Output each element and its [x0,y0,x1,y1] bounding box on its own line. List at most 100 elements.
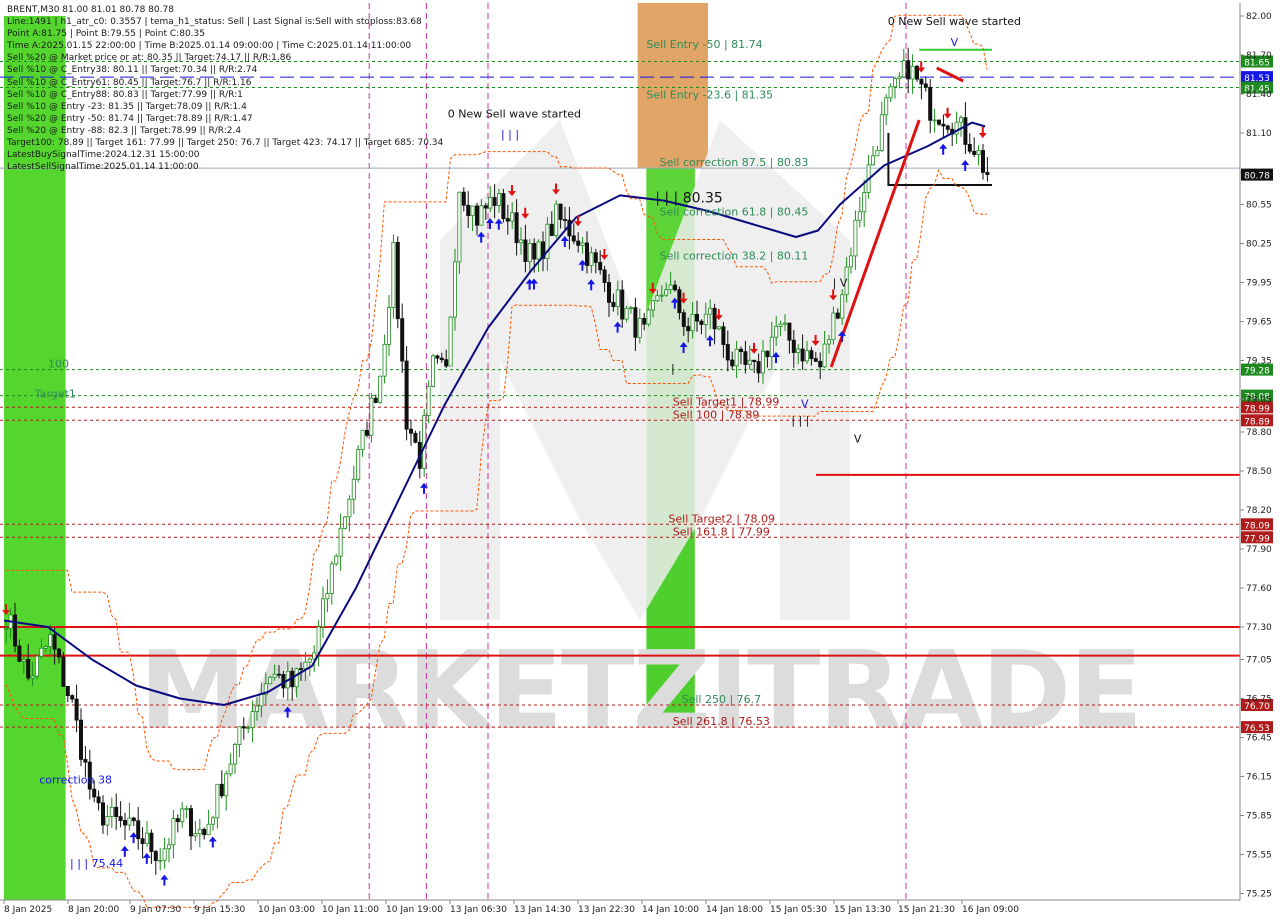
candle-body[interactable] [774,325,779,338]
buy-arrow-icon[interactable] [939,143,948,155]
candle-body[interactable] [158,859,163,862]
candle-body[interactable] [928,86,933,121]
candle-body[interactable] [501,193,506,219]
candle-body[interactable] [369,397,374,436]
candle-body[interactable] [769,336,774,358]
candle-body[interactable] [136,820,141,840]
candle-body[interactable] [629,307,634,310]
candle-body[interactable] [488,197,493,209]
candle-body[interactable] [276,673,281,676]
candle-body[interactable] [316,626,321,654]
candle-body[interactable] [897,76,902,80]
candle-body[interactable] [356,449,361,480]
candle-body[interactable] [598,262,603,271]
candle-body[interactable] [210,817,215,825]
candle-body[interactable] [941,123,946,127]
sell-arrow-icon[interactable] [978,126,987,138]
candle-body[interactable] [659,294,664,297]
candle-body[interactable] [523,239,528,263]
candle-body[interactable] [514,212,519,244]
candle-body[interactable] [681,312,686,327]
candle-body[interactable] [787,322,792,341]
candle-body[interactable] [70,695,75,700]
candle-body[interactable] [976,150,981,155]
candle-body[interactable] [96,796,101,804]
candle-body[interactable] [342,516,347,529]
candle-body[interactable] [805,350,810,362]
candle-body[interactable] [510,212,515,222]
candle-body[interactable] [444,359,449,367]
candle-body[interactable] [593,252,598,263]
candle-body[interactable] [519,239,524,244]
candle-body[interactable] [906,60,911,80]
candle-body[interactable] [52,634,57,650]
candle-body[interactable] [430,355,435,387]
candle-body[interactable] [386,307,391,345]
candle-body[interactable] [61,656,66,687]
candle-body[interactable] [739,348,744,352]
candle-body[interactable] [853,219,858,257]
candle-body[interactable] [408,428,413,434]
candle-body[interactable] [730,359,735,367]
candle-body[interactable] [246,727,251,729]
candle-body[interactable] [615,289,620,308]
buy-arrow-icon[interactable] [160,874,169,886]
candle-body[interactable] [452,261,457,318]
candle-body[interactable] [884,97,889,116]
candle-body[interactable] [184,808,189,810]
candle-body[interactable] [717,326,722,330]
candle-body[interactable] [457,191,462,263]
candle-body[interactable] [197,828,202,835]
candle-body[interactable] [840,294,845,319]
candle-body[interactable] [303,661,308,670]
candle-body[interactable] [193,833,198,837]
candle-body[interactable] [972,150,977,155]
candle-body[interactable] [695,313,700,322]
candle-body[interactable] [325,593,330,600]
candle-body[interactable] [483,205,488,209]
candle-body[interactable] [171,818,176,846]
candle-body[interactable] [901,60,906,78]
candle-body[interactable] [123,820,128,826]
candle-body[interactable] [699,320,704,325]
buy-arrow-icon[interactable] [208,836,217,848]
candle-body[interactable] [144,832,149,845]
candle-body[interactable] [580,242,585,246]
candle-body[interactable] [215,783,220,819]
candle-body[interactable] [224,773,229,797]
candle-body[interactable] [492,197,497,206]
candle-body[interactable] [254,705,259,712]
candle-body[interactable] [439,357,444,361]
candle-body[interactable] [893,78,898,88]
buy-arrow-icon[interactable] [120,845,129,857]
candle-body[interactable] [818,360,823,368]
candle-body[interactable] [395,241,400,320]
candle-body[interactable] [813,358,818,362]
candle-body[interactable] [708,307,713,315]
candle-body[interactable] [131,817,136,822]
candle-body[interactable] [651,300,656,311]
candle-body[interactable] [703,313,708,325]
candle-body[interactable] [338,527,343,557]
candle-body[interactable] [923,83,928,88]
candle-body[interactable] [43,646,48,649]
candle-body[interactable] [12,614,17,647]
candle-body[interactable] [589,252,594,266]
candle-body[interactable] [320,598,325,628]
candle-body[interactable] [202,828,207,836]
candle-body[interactable] [57,648,62,658]
candle-body[interactable] [783,322,788,325]
candle-body[interactable] [39,647,44,657]
candle-body[interactable] [585,242,590,266]
candle-body[interactable] [232,744,237,765]
candle-body[interactable] [351,478,356,500]
sell-arrow-icon[interactable] [943,107,952,119]
candle-body[interactable] [937,119,942,125]
candle-body[interactable] [250,711,255,728]
candle-body[interactable] [153,851,158,861]
candle-body[interactable] [101,802,106,826]
candle-body[interactable] [92,788,97,798]
candle-body[interactable] [206,823,211,836]
candle-body[interactable] [17,645,22,662]
trading-chart[interactable]: MARKETZITRADE Sell Entry -50 | 81.74 Sell… [0,0,1280,920]
